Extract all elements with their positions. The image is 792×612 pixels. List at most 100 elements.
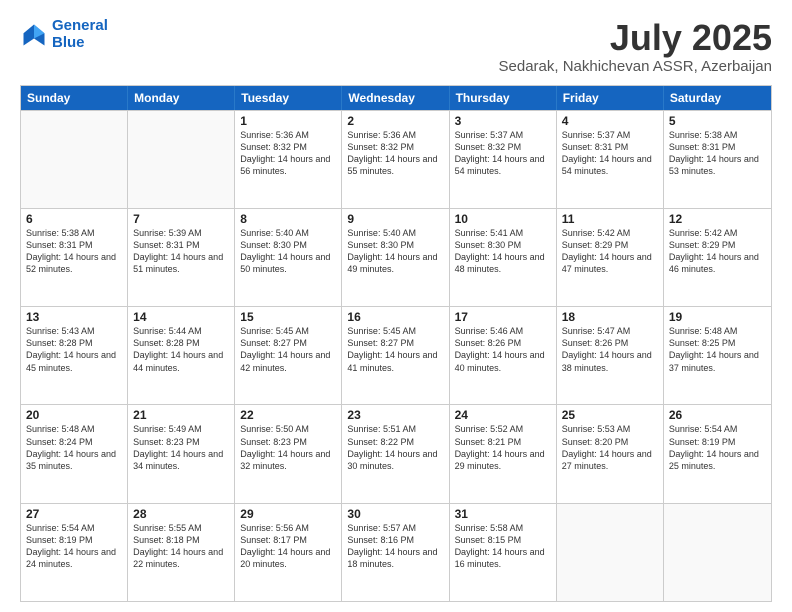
cal-cell: 14Sunrise: 5:44 AMSunset: 8:28 PMDayligh… (128, 307, 235, 404)
day-number: 27 (26, 507, 122, 521)
day-number: 30 (347, 507, 443, 521)
day-number: 6 (26, 212, 122, 226)
day-number: 8 (240, 212, 336, 226)
day-number: 16 (347, 310, 443, 324)
day-number: 29 (240, 507, 336, 521)
cal-cell: 29Sunrise: 5:56 AMSunset: 8:17 PMDayligh… (235, 504, 342, 601)
day-number: 25 (562, 408, 658, 422)
day-number: 1 (240, 114, 336, 128)
cell-info: Sunrise: 5:44 AMSunset: 8:28 PMDaylight:… (133, 325, 229, 374)
day-number: 22 (240, 408, 336, 422)
day-number: 7 (133, 212, 229, 226)
cell-info: Sunrise: 5:57 AMSunset: 8:16 PMDaylight:… (347, 522, 443, 571)
cell-info: Sunrise: 5:48 AMSunset: 8:24 PMDaylight:… (26, 423, 122, 472)
title-block: July 2025 Sedarak, Nakhichevan ASSR, Aze… (499, 18, 773, 75)
day-header-wednesday: Wednesday (342, 86, 449, 110)
day-number: 2 (347, 114, 443, 128)
week-row-1: 1Sunrise: 5:36 AMSunset: 8:32 PMDaylight… (21, 110, 771, 208)
calendar-body: 1Sunrise: 5:36 AMSunset: 8:32 PMDaylight… (21, 110, 771, 601)
cal-cell (664, 504, 771, 601)
cell-info: Sunrise: 5:47 AMSunset: 8:26 PMDaylight:… (562, 325, 658, 374)
day-number: 23 (347, 408, 443, 422)
page: General Blue July 2025 Sedarak, Nakhiche… (0, 0, 792, 612)
cal-cell: 1Sunrise: 5:36 AMSunset: 8:32 PMDaylight… (235, 111, 342, 208)
cal-cell: 17Sunrise: 5:46 AMSunset: 8:26 PMDayligh… (450, 307, 557, 404)
cell-info: Sunrise: 5:46 AMSunset: 8:26 PMDaylight:… (455, 325, 551, 374)
day-number: 13 (26, 310, 122, 324)
main-title: July 2025 (499, 18, 773, 58)
day-number: 19 (669, 310, 766, 324)
cal-cell: 4Sunrise: 5:37 AMSunset: 8:31 PMDaylight… (557, 111, 664, 208)
cal-cell: 27Sunrise: 5:54 AMSunset: 8:19 PMDayligh… (21, 504, 128, 601)
day-number: 20 (26, 408, 122, 422)
week-row-4: 20Sunrise: 5:48 AMSunset: 8:24 PMDayligh… (21, 404, 771, 502)
day-number: 17 (455, 310, 551, 324)
day-number: 11 (562, 212, 658, 226)
cal-cell: 20Sunrise: 5:48 AMSunset: 8:24 PMDayligh… (21, 405, 128, 502)
cell-info: Sunrise: 5:41 AMSunset: 8:30 PMDaylight:… (455, 227, 551, 276)
cell-info: Sunrise: 5:38 AMSunset: 8:31 PMDaylight:… (26, 227, 122, 276)
cell-info: Sunrise: 5:49 AMSunset: 8:23 PMDaylight:… (133, 423, 229, 472)
cal-cell: 22Sunrise: 5:50 AMSunset: 8:23 PMDayligh… (235, 405, 342, 502)
cell-info: Sunrise: 5:58 AMSunset: 8:15 PMDaylight:… (455, 522, 551, 571)
week-row-5: 27Sunrise: 5:54 AMSunset: 8:19 PMDayligh… (21, 503, 771, 601)
day-header-sunday: Sunday (21, 86, 128, 110)
cal-cell: 16Sunrise: 5:45 AMSunset: 8:27 PMDayligh… (342, 307, 449, 404)
day-number: 4 (562, 114, 658, 128)
cal-cell: 21Sunrise: 5:49 AMSunset: 8:23 PMDayligh… (128, 405, 235, 502)
cal-cell: 12Sunrise: 5:42 AMSunset: 8:29 PMDayligh… (664, 209, 771, 306)
cal-cell: 13Sunrise: 5:43 AMSunset: 8:28 PMDayligh… (21, 307, 128, 404)
cell-info: Sunrise: 5:40 AMSunset: 8:30 PMDaylight:… (240, 227, 336, 276)
day-number: 18 (562, 310, 658, 324)
cell-info: Sunrise: 5:37 AMSunset: 8:31 PMDaylight:… (562, 129, 658, 178)
cell-info: Sunrise: 5:36 AMSunset: 8:32 PMDaylight:… (240, 129, 336, 178)
logo-line2: Blue (52, 34, 85, 51)
cell-info: Sunrise: 5:51 AMSunset: 8:22 PMDaylight:… (347, 423, 443, 472)
cell-info: Sunrise: 5:54 AMSunset: 8:19 PMDaylight:… (669, 423, 766, 472)
week-row-2: 6Sunrise: 5:38 AMSunset: 8:31 PMDaylight… (21, 208, 771, 306)
calendar: SundayMondayTuesdayWednesdayThursdayFrid… (20, 85, 772, 602)
calendar-header: SundayMondayTuesdayWednesdayThursdayFrid… (21, 86, 771, 110)
day-header-friday: Friday (557, 86, 664, 110)
cell-info: Sunrise: 5:39 AMSunset: 8:31 PMDaylight:… (133, 227, 229, 276)
cell-info: Sunrise: 5:45 AMSunset: 8:27 PMDaylight:… (240, 325, 336, 374)
cal-cell: 3Sunrise: 5:37 AMSunset: 8:32 PMDaylight… (450, 111, 557, 208)
cal-cell: 10Sunrise: 5:41 AMSunset: 8:30 PMDayligh… (450, 209, 557, 306)
logo: General Blue (20, 18, 108, 51)
cell-info: Sunrise: 5:43 AMSunset: 8:28 PMDaylight:… (26, 325, 122, 374)
cell-info: Sunrise: 5:40 AMSunset: 8:30 PMDaylight:… (347, 227, 443, 276)
day-header-tuesday: Tuesday (235, 86, 342, 110)
cell-info: Sunrise: 5:42 AMSunset: 8:29 PMDaylight:… (562, 227, 658, 276)
day-number: 10 (455, 212, 551, 226)
cal-cell: 28Sunrise: 5:55 AMSunset: 8:18 PMDayligh… (128, 504, 235, 601)
cal-cell: 31Sunrise: 5:58 AMSunset: 8:15 PMDayligh… (450, 504, 557, 601)
day-number: 15 (240, 310, 336, 324)
cal-cell: 26Sunrise: 5:54 AMSunset: 8:19 PMDayligh… (664, 405, 771, 502)
cell-info: Sunrise: 5:48 AMSunset: 8:25 PMDaylight:… (669, 325, 766, 374)
cal-cell: 25Sunrise: 5:53 AMSunset: 8:20 PMDayligh… (557, 405, 664, 502)
day-number: 14 (133, 310, 229, 324)
day-number: 24 (455, 408, 551, 422)
day-number: 26 (669, 408, 766, 422)
cal-cell (128, 111, 235, 208)
cal-cell: 11Sunrise: 5:42 AMSunset: 8:29 PMDayligh… (557, 209, 664, 306)
cal-cell: 23Sunrise: 5:51 AMSunset: 8:22 PMDayligh… (342, 405, 449, 502)
cell-info: Sunrise: 5:45 AMSunset: 8:27 PMDaylight:… (347, 325, 443, 374)
cal-cell: 24Sunrise: 5:52 AMSunset: 8:21 PMDayligh… (450, 405, 557, 502)
cal-cell: 8Sunrise: 5:40 AMSunset: 8:30 PMDaylight… (235, 209, 342, 306)
day-number: 28 (133, 507, 229, 521)
cell-info: Sunrise: 5:37 AMSunset: 8:32 PMDaylight:… (455, 129, 551, 178)
cal-cell: 6Sunrise: 5:38 AMSunset: 8:31 PMDaylight… (21, 209, 128, 306)
week-row-3: 13Sunrise: 5:43 AMSunset: 8:28 PMDayligh… (21, 306, 771, 404)
subtitle: Sedarak, Nakhichevan ASSR, Azerbaijan (499, 58, 773, 75)
cal-cell: 2Sunrise: 5:36 AMSunset: 8:32 PMDaylight… (342, 111, 449, 208)
day-number: 3 (455, 114, 551, 128)
cal-cell (557, 504, 664, 601)
cal-cell: 9Sunrise: 5:40 AMSunset: 8:30 PMDaylight… (342, 209, 449, 306)
cal-cell: 30Sunrise: 5:57 AMSunset: 8:16 PMDayligh… (342, 504, 449, 601)
cal-cell (21, 111, 128, 208)
day-number: 21 (133, 408, 229, 422)
day-header-saturday: Saturday (664, 86, 771, 110)
cal-cell: 5Sunrise: 5:38 AMSunset: 8:31 PMDaylight… (664, 111, 771, 208)
cell-info: Sunrise: 5:53 AMSunset: 8:20 PMDaylight:… (562, 423, 658, 472)
